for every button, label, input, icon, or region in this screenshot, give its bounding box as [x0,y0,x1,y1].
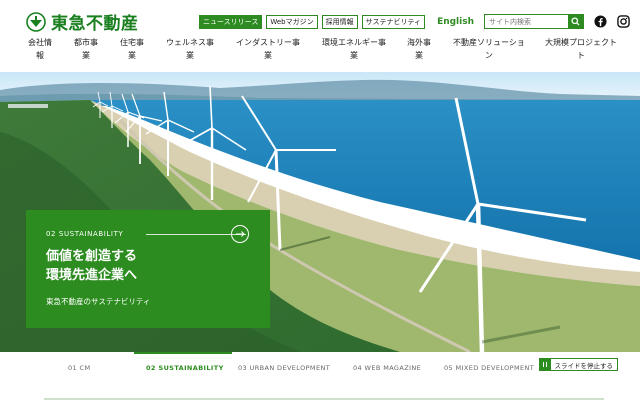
tab-web-magazine[interactable]: 04 WEB MAGAZINE [353,364,421,372]
nav-item-residential[interactable]: 住宅事 業 [120,36,144,62]
promo-arrow-button[interactable] [231,225,249,243]
nav-item-company[interactable]: 会社情 報 [28,36,52,62]
site-header: 東急不動産 ニュースリリース Webマガジン 採用情報 サステナビリティ Eng… [0,0,640,72]
nav-item-urban[interactable]: 都市事 業 [74,36,98,62]
search-button[interactable] [568,15,583,28]
pause-icon [539,359,551,370]
active-tab-indicator [134,352,232,354]
web-magazine-link[interactable]: Webマガジン [266,14,318,29]
slide-label: 02 SUSTAINABILITY [46,230,124,238]
nav-item-overseas[interactable]: 海外事 業 [407,36,431,62]
pause-slider-button[interactable]: スライドを停止する [538,358,618,371]
arrow-right-icon [236,231,245,237]
nav-item-large-projects[interactable]: 大規模プロジェクト ト [545,36,617,62]
tab-urban-development[interactable]: 03 URBAN DEVELOPMENT [238,364,330,372]
tokyu-logo-icon [26,11,46,32]
site-search [484,14,584,29]
sustainability-link[interactable]: サステナビリティ [361,14,426,29]
recruit-link[interactable]: 採用情報 [321,14,358,29]
language-english-link[interactable]: English [437,17,474,27]
brand-name: 東急不動産 [51,14,139,34]
hero-promo-card[interactable]: 02 SUSTAINABILITY 価値を創造する 環境先進企業へ 東急不動産の… [26,210,270,328]
tab-mixed-development[interactable]: 05 MIXED DEVELOPMENT [444,364,534,372]
brand-logo[interactable]: 東急不動産 [26,9,139,34]
nav-item-real-estate-solution[interactable]: 不動産ソリューショ ン [453,36,525,62]
nav-item-industry[interactable]: インダストリー事 業 [236,36,300,62]
news-release-link[interactable]: ニュースリリース [199,14,263,29]
promo-heading-line2: 環境先進企業へ [46,268,138,283]
promo-heading-line1: 価値を創造する [46,249,138,264]
instagram-icon[interactable] [617,15,630,28]
nav-item-wellness[interactable]: ウェルネス事 業 [166,36,214,62]
search-input[interactable] [485,15,568,28]
slide-tabs: 01 CM 02 SUSTAINABILITY 03 URBAN DEVELOP… [0,352,640,400]
tab-sustainability[interactable]: 02 SUSTAINABILITY [146,364,224,372]
global-nav: 会社情 報 都市事 業 住宅事 業 ウェルネス事 業 インダストリー事 業 環境… [0,36,640,66]
nav-item-environment-energy[interactable]: 環境エネルギー事 業 [322,36,386,62]
promo-subtitle: 東急不動産のサステナビリティ [46,297,151,306]
promo-heading: 価値を創造する 環境先進企業へ [46,247,137,285]
utility-bar: ニュースリリース Webマガジン 採用情報 サステナビリティ English [199,14,630,29]
facebook-icon[interactable] [594,15,607,28]
tab-cm[interactable]: 01 CM [68,364,90,372]
search-icon [571,17,580,26]
pause-slider-label: スライドを停止する [554,361,614,370]
